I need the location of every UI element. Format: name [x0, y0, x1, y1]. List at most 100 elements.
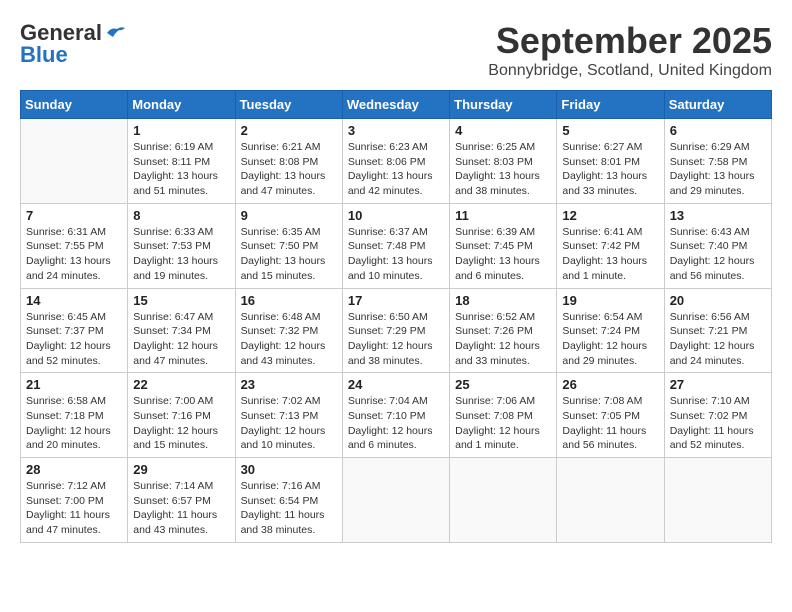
calendar-cell: 8 Sunrise: 6:33 AMSunset: 7:53 PMDaylight… — [128, 203, 235, 288]
col-header-saturday: Saturday — [664, 91, 771, 119]
page-header: General Blue September 2025 Bonnybridge,… — [20, 20, 772, 80]
day-info: Sunrise: 6:23 AMSunset: 8:06 PMDaylight:… — [348, 140, 444, 199]
calendar-cell: 2 Sunrise: 6:21 AMSunset: 8:08 PMDaylight… — [235, 119, 342, 204]
day-number: 10 — [348, 208, 444, 223]
day-info: Sunrise: 7:14 AMSunset: 6:57 PMDaylight:… — [133, 479, 229, 538]
calendar-cell: 6Sunrise: 6:29 AMSunset: 7:58 PMDaylight… — [664, 119, 771, 204]
day-number: 16 — [241, 293, 337, 308]
day-info: Sunrise: 6:47 AMSunset: 7:34 PMDaylight:… — [133, 310, 229, 369]
day-number: 11 — [455, 208, 551, 223]
calendar-cell: 30 Sunrise: 7:16 AMSunset: 6:54 PMDayligh… — [235, 458, 342, 543]
calendar-cell: 7 Sunrise: 6:31 AMSunset: 7:55 PMDaylight… — [21, 203, 128, 288]
calendar-cell: 4 Sunrise: 6:25 AMSunset: 8:03 PMDaylight… — [450, 119, 557, 204]
calendar-cell: 11 Sunrise: 6:39 AMSunset: 7:45 PMDayligh… — [450, 203, 557, 288]
day-number: 13 — [670, 208, 766, 223]
day-info: Sunrise: 7:16 AMSunset: 6:54 PMDaylight:… — [241, 479, 337, 538]
calendar-week-row: 21 Sunrise: 6:58 AMSunset: 7:18 PMDayligh… — [21, 373, 772, 458]
calendar-cell — [557, 458, 664, 543]
day-number: 27 — [670, 377, 766, 392]
calendar-cell: 3 Sunrise: 6:23 AMSunset: 8:06 PMDaylight… — [342, 119, 449, 204]
month-title: September 2025 — [488, 20, 772, 62]
calendar-cell: 16 Sunrise: 6:48 AMSunset: 7:32 PMDayligh… — [235, 288, 342, 373]
day-info: Sunrise: 6:39 AMSunset: 7:45 PMDaylight:… — [455, 225, 551, 284]
calendar-week-row: 14 Sunrise: 6:45 AMSunset: 7:37 PMDayligh… — [21, 288, 772, 373]
day-number: 28 — [26, 462, 122, 477]
day-number: 24 — [348, 377, 444, 392]
calendar-week-row: 28 Sunrise: 7:12 AMSunset: 7:00 PMDayligh… — [21, 458, 772, 543]
day-number: 4 — [455, 123, 551, 138]
day-number: 2 — [241, 123, 337, 138]
calendar-cell: 12Sunrise: 6:41 AMSunset: 7:42 PMDayligh… — [557, 203, 664, 288]
calendar-cell: 21 Sunrise: 6:58 AMSunset: 7:18 PMDayligh… — [21, 373, 128, 458]
calendar-cell: 17 Sunrise: 6:50 AMSunset: 7:29 PMDayligh… — [342, 288, 449, 373]
day-info: Sunrise: 6:27 AMSunset: 8:01 PMDaylight:… — [562, 140, 658, 199]
calendar-cell: 13 Sunrise: 6:43 AMSunset: 7:40 PMDayligh… — [664, 203, 771, 288]
day-number: 29 — [133, 462, 229, 477]
day-number: 21 — [26, 377, 122, 392]
calendar-cell: 23Sunrise: 7:02 AMSunset: 7:13 PMDayligh… — [235, 373, 342, 458]
calendar-cell: 24 Sunrise: 7:04 AMSunset: 7:10 PMDayligh… — [342, 373, 449, 458]
day-info: Sunrise: 6:21 AMSunset: 8:08 PMDaylight:… — [241, 140, 337, 199]
day-number: 19 — [562, 293, 658, 308]
calendar-cell — [664, 458, 771, 543]
calendar-cell: 25 Sunrise: 7:06 AMSunset: 7:08 PMDayligh… — [450, 373, 557, 458]
calendar-header-row: SundayMondayTuesdayWednesdayThursdayFrid… — [21, 91, 772, 119]
col-header-thursday: Thursday — [450, 91, 557, 119]
calendar-cell — [21, 119, 128, 204]
day-info: Sunrise: 6:29 AMSunset: 7:58 PMDaylight:… — [670, 140, 766, 199]
calendar-cell — [342, 458, 449, 543]
day-info: Sunrise: 6:33 AMSunset: 7:53 PMDaylight:… — [133, 225, 229, 284]
day-number: 5 — [562, 123, 658, 138]
calendar-cell: 26 Sunrise: 7:08 AMSunset: 7:05 PMDayligh… — [557, 373, 664, 458]
calendar-cell: 9 Sunrise: 6:35 AMSunset: 7:50 PMDaylight… — [235, 203, 342, 288]
day-number: 8 — [133, 208, 229, 223]
day-info: Sunrise: 6:50 AMSunset: 7:29 PMDaylight:… — [348, 310, 444, 369]
day-number: 18 — [455, 293, 551, 308]
day-info: Sunrise: 7:06 AMSunset: 7:08 PMDaylight:… — [455, 394, 551, 453]
day-number: 25 — [455, 377, 551, 392]
calendar-week-row: 1Sunrise: 6:19 AMSunset: 8:11 PMDaylight… — [21, 119, 772, 204]
calendar-week-row: 7 Sunrise: 6:31 AMSunset: 7:55 PMDaylight… — [21, 203, 772, 288]
day-number: 3 — [348, 123, 444, 138]
col-header-monday: Monday — [128, 91, 235, 119]
logo-bird-icon — [105, 25, 127, 41]
calendar-cell: 20Sunrise: 6:56 AMSunset: 7:21 PMDayligh… — [664, 288, 771, 373]
day-info: Sunrise: 6:45 AMSunset: 7:37 PMDaylight:… — [26, 310, 122, 369]
col-header-sunday: Sunday — [21, 91, 128, 119]
day-info: Sunrise: 6:25 AMSunset: 8:03 PMDaylight:… — [455, 140, 551, 199]
day-info: Sunrise: 6:52 AMSunset: 7:26 PMDaylight:… — [455, 310, 551, 369]
day-info: Sunrise: 6:58 AMSunset: 7:18 PMDaylight:… — [26, 394, 122, 453]
calendar-cell: 28 Sunrise: 7:12 AMSunset: 7:00 PMDayligh… — [21, 458, 128, 543]
day-info: Sunrise: 7:12 AMSunset: 7:00 PMDaylight:… — [26, 479, 122, 538]
col-header-friday: Friday — [557, 91, 664, 119]
calendar-cell: 15 Sunrise: 6:47 AMSunset: 7:34 PMDayligh… — [128, 288, 235, 373]
day-info: Sunrise: 7:04 AMSunset: 7:10 PMDaylight:… — [348, 394, 444, 453]
logo: General Blue — [20, 20, 127, 68]
title-block: September 2025 Bonnybridge, Scotland, Un… — [488, 20, 772, 80]
calendar-cell — [450, 458, 557, 543]
day-number: 30 — [241, 462, 337, 477]
day-info: Sunrise: 7:10 AMSunset: 7:02 PMDaylight:… — [670, 394, 766, 453]
day-info: Sunrise: 6:31 AMSunset: 7:55 PMDaylight:… — [26, 225, 122, 284]
day-number: 12 — [562, 208, 658, 223]
day-number: 23 — [241, 377, 337, 392]
day-info: Sunrise: 7:08 AMSunset: 7:05 PMDaylight:… — [562, 394, 658, 453]
day-info: Sunrise: 6:35 AMSunset: 7:50 PMDaylight:… — [241, 225, 337, 284]
day-number: 26 — [562, 377, 658, 392]
day-number: 22 — [133, 377, 229, 392]
location: Bonnybridge, Scotland, United Kingdom — [488, 62, 772, 80]
calendar-cell: 5 Sunrise: 6:27 AMSunset: 8:01 PMDaylight… — [557, 119, 664, 204]
day-info: Sunrise: 6:48 AMSunset: 7:32 PMDaylight:… — [241, 310, 337, 369]
calendar-cell: 14 Sunrise: 6:45 AMSunset: 7:37 PMDayligh… — [21, 288, 128, 373]
day-number: 17 — [348, 293, 444, 308]
col-header-tuesday: Tuesday — [235, 91, 342, 119]
calendar-cell: 29 Sunrise: 7:14 AMSunset: 6:57 PMDayligh… — [128, 458, 235, 543]
day-number: 7 — [26, 208, 122, 223]
day-info: Sunrise: 6:37 AMSunset: 7:48 PMDaylight:… — [348, 225, 444, 284]
day-number: 14 — [26, 293, 122, 308]
day-number: 9 — [241, 208, 337, 223]
col-header-wednesday: Wednesday — [342, 91, 449, 119]
day-info: Sunrise: 6:43 AMSunset: 7:40 PMDaylight:… — [670, 225, 766, 284]
day-number: 15 — [133, 293, 229, 308]
calendar-cell: 22Sunrise: 7:00 AMSunset: 7:16 PMDayligh… — [128, 373, 235, 458]
